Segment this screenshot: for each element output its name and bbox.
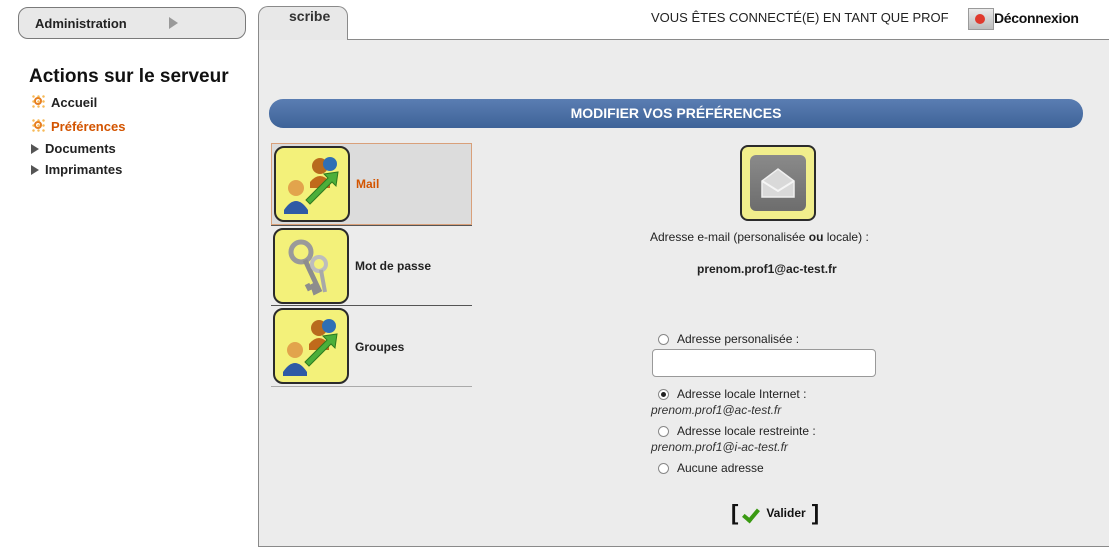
logout-label: Déconnexion [994, 10, 1079, 26]
sidebar-item-label: Documents [45, 141, 116, 156]
triangle-icon [31, 164, 39, 175]
radio-custom[interactable] [658, 333, 669, 345]
validate-label: Valider [766, 506, 806, 520]
triangle-icon [31, 143, 39, 154]
local-internet-address: prenom.prof1@ac-test.fr [651, 403, 782, 417]
email-label: Adresse e-mail (personalisée ou locale) … [650, 230, 869, 244]
users-arrow-icon [274, 146, 350, 222]
sidebar-item-accueil[interactable]: Accueil [31, 94, 97, 110]
administration-menu-button[interactable]: Administration [18, 7, 246, 39]
option-local-internet[interactable]: Adresse locale Internet : [658, 387, 806, 401]
option-custom-address[interactable]: Adresse personalisée : [658, 332, 799, 346]
sidebar-item-label: Imprimantes [45, 162, 123, 177]
sun-icon [31, 118, 47, 134]
menu-item-groups[interactable]: Groupes [271, 306, 472, 386]
option-label: Adresse locale restreinte : [677, 424, 816, 438]
radio-local-restricted[interactable] [658, 425, 669, 437]
custom-address-input[interactable] [652, 349, 876, 377]
menu-item-label: Mail [356, 177, 380, 191]
sidebar-item-label: Accueil [51, 94, 98, 110]
menu-item-mail[interactable]: Mail [271, 143, 472, 225]
bracket-open: [ [731, 500, 739, 525]
sidebar-item-documents[interactable]: Documents [31, 141, 116, 156]
radio-none[interactable] [658, 462, 669, 474]
current-email: prenom.prof1@ac-test.fr [697, 262, 837, 276]
sidebar-item-preferences[interactable]: Préférences [31, 118, 125, 134]
sidebar-item-imprimantes[interactable]: Imprimantes [31, 162, 122, 177]
sidebar-item-label: Préférences [51, 118, 126, 134]
panel-title: MODIFIER VOS PRÉFÉRENCES [269, 99, 1083, 128]
users-arrow-icon [273, 308, 349, 384]
tab-scribe-label: scribe [289, 8, 331, 24]
checkmark-icon [744, 504, 760, 522]
radio-local-internet[interactable] [658, 388, 669, 400]
local-restricted-address: prenom.prof1@i-ac-test.fr [651, 440, 788, 454]
menu-item-label: Groupes [355, 340, 405, 354]
validate-button[interactable]: [ Valider ] [731, 500, 819, 526]
menu-item-label: Mot de passe [355, 259, 432, 273]
tab-scribe[interactable]: scribe [258, 6, 348, 40]
connected-user-text: VOUS ÊTES CONNECTÉ(E) EN TANT QUE PROF [651, 10, 949, 25]
option-label: Adresse locale Internet : [677, 387, 807, 401]
play-arrow-icon [169, 17, 178, 29]
option-no-address[interactable]: Aucune adresse [658, 461, 764, 475]
sidebar-title: Actions sur le serveur [29, 66, 229, 87]
logout-icon [968, 8, 994, 30]
option-label: Aucune adresse [677, 461, 764, 475]
menu-divider [271, 386, 472, 387]
option-label: Adresse personalisée : [677, 332, 800, 346]
option-local-restricted[interactable]: Adresse locale restreinte : [658, 424, 816, 438]
sun-icon [31, 94, 47, 110]
keys-icon [273, 228, 349, 304]
bracket-close: ] [811, 500, 820, 525]
envelope-icon [740, 145, 816, 221]
administration-label: Administration [35, 16, 127, 31]
menu-item-password[interactable]: Mot de passe [271, 226, 472, 306]
